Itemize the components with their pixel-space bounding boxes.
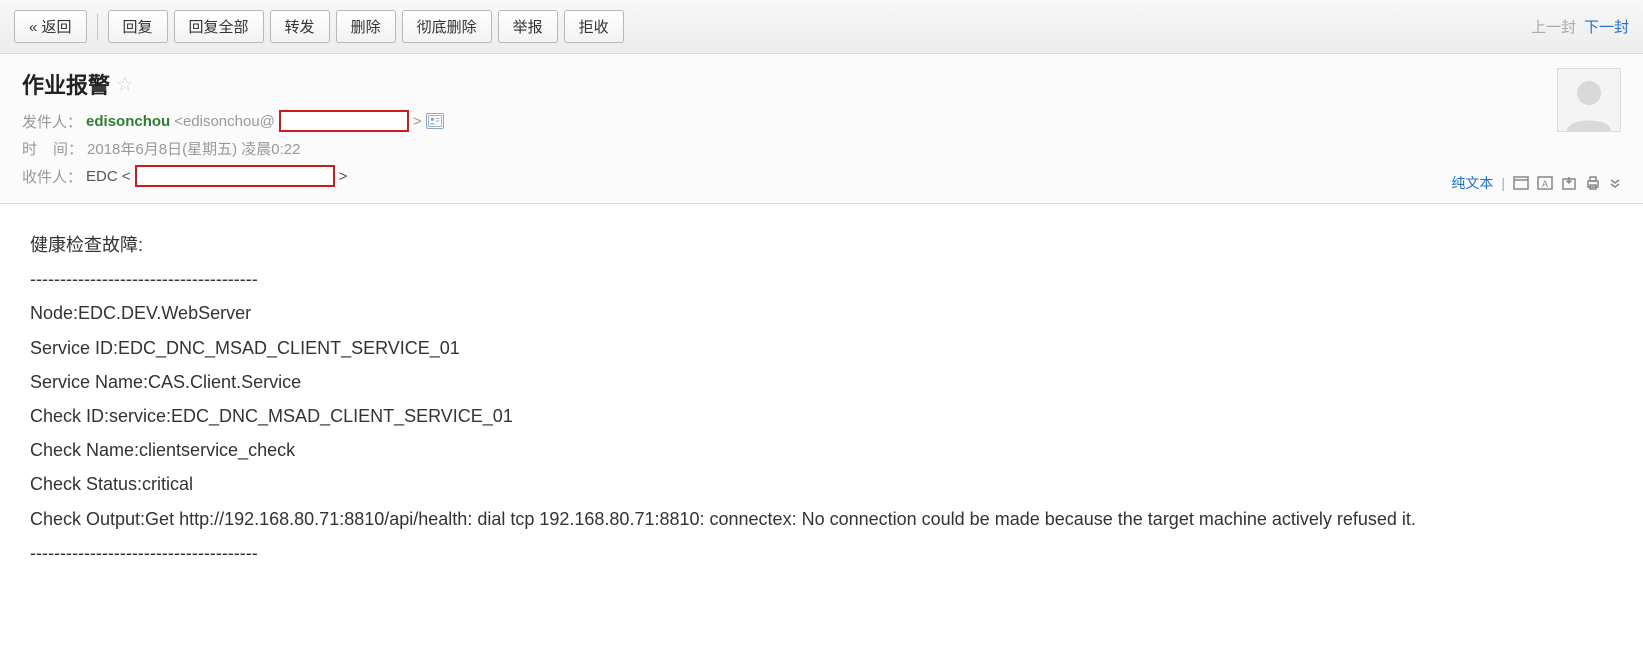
toolbar: « 返回 回复 回复全部 转发 删除 彻底删除 举报 拒收 上一封 下一封 xyxy=(0,0,1643,54)
window-icon[interactable] xyxy=(1513,175,1529,191)
view-tools: 纯文本 | A xyxy=(1451,173,1621,193)
body-sep: -------------------------------------- xyxy=(30,536,1613,570)
body-line: Check Output:Get http://192.168.80.71:88… xyxy=(30,502,1613,536)
reject-button[interactable]: 拒收 xyxy=(564,10,624,43)
body-line: Check Status:critical xyxy=(30,467,1613,501)
next-mail-link[interactable]: 下一封 xyxy=(1584,16,1629,37)
to-row: 收件人： EDC < > xyxy=(22,165,1621,187)
reply-button[interactable]: 回复 xyxy=(108,10,168,43)
time-label-a: 时 xyxy=(22,138,37,159)
to-name: EDC < xyxy=(86,168,131,185)
encoding-icon[interactable]: A xyxy=(1537,175,1553,191)
body-line: 健康检查故障: xyxy=(30,228,1613,262)
print-icon[interactable] xyxy=(1585,175,1601,191)
body-line: Node:EDC.DEV.WebServer xyxy=(30,296,1613,330)
forward-button[interactable]: 转发 xyxy=(270,10,330,43)
sender-email-prefix: <edisonchou@ xyxy=(174,113,275,130)
mail-body: 健康检查故障: --------------------------------… xyxy=(0,204,1643,594)
from-label: 发件人： xyxy=(22,111,82,132)
sender-email-suffix: > xyxy=(413,113,422,130)
body-line: Service Name:CAS.Client.Service xyxy=(30,365,1613,399)
delete-permanent-button[interactable]: 彻底删除 xyxy=(402,10,492,43)
nav-links: 上一封 下一封 xyxy=(1531,16,1629,37)
save-icon[interactable] xyxy=(1561,175,1577,191)
mail-header: 作业报警 ☆ 发件人： edisonchou <edisonchou@ > 时 … xyxy=(0,54,1643,204)
body-line: Check Name:clientservice_check xyxy=(30,433,1613,467)
prev-mail-link: 上一封 xyxy=(1531,16,1576,37)
from-row: 发件人： edisonchou <edisonchou@ > xyxy=(22,110,1621,132)
star-icon[interactable]: ☆ xyxy=(116,72,134,97)
redacted-recipient xyxy=(135,165,335,187)
time-row: 时 间： 2018年6月8日(星期五) 凌晨0:22 xyxy=(22,138,1621,159)
body-sep: -------------------------------------- xyxy=(30,262,1613,296)
time-label-b: 间： xyxy=(53,138,83,159)
avatar[interactable] xyxy=(1557,68,1621,132)
to-suffix: > xyxy=(339,168,348,185)
more-icon[interactable] xyxy=(1609,175,1621,191)
body-line: Service ID:EDC_DNC_MSAD_CLIENT_SERVICE_0… xyxy=(30,331,1613,365)
report-button[interactable]: 举报 xyxy=(498,10,558,43)
plain-text-link[interactable]: 纯文本 xyxy=(1451,173,1493,193)
reply-all-button[interactable]: 回复全部 xyxy=(174,10,264,43)
delete-button[interactable]: 删除 xyxy=(336,10,396,43)
back-button[interactable]: « 返回 xyxy=(14,10,87,43)
body-line: Check ID:service:EDC_DNC_MSAD_CLIENT_SER… xyxy=(30,399,1613,433)
time-value: 2018年6月8日(星期五) 凌晨0:22 xyxy=(87,138,300,159)
sender-name[interactable]: edisonchou xyxy=(86,113,170,130)
contact-card-icon[interactable] xyxy=(426,113,444,129)
svg-text:A: A xyxy=(1542,179,1548,189)
redacted-sender-domain xyxy=(279,110,409,132)
mail-subject: 作业报警 xyxy=(22,68,110,100)
to-label: 收件人： xyxy=(22,166,82,187)
separator xyxy=(97,14,98,40)
